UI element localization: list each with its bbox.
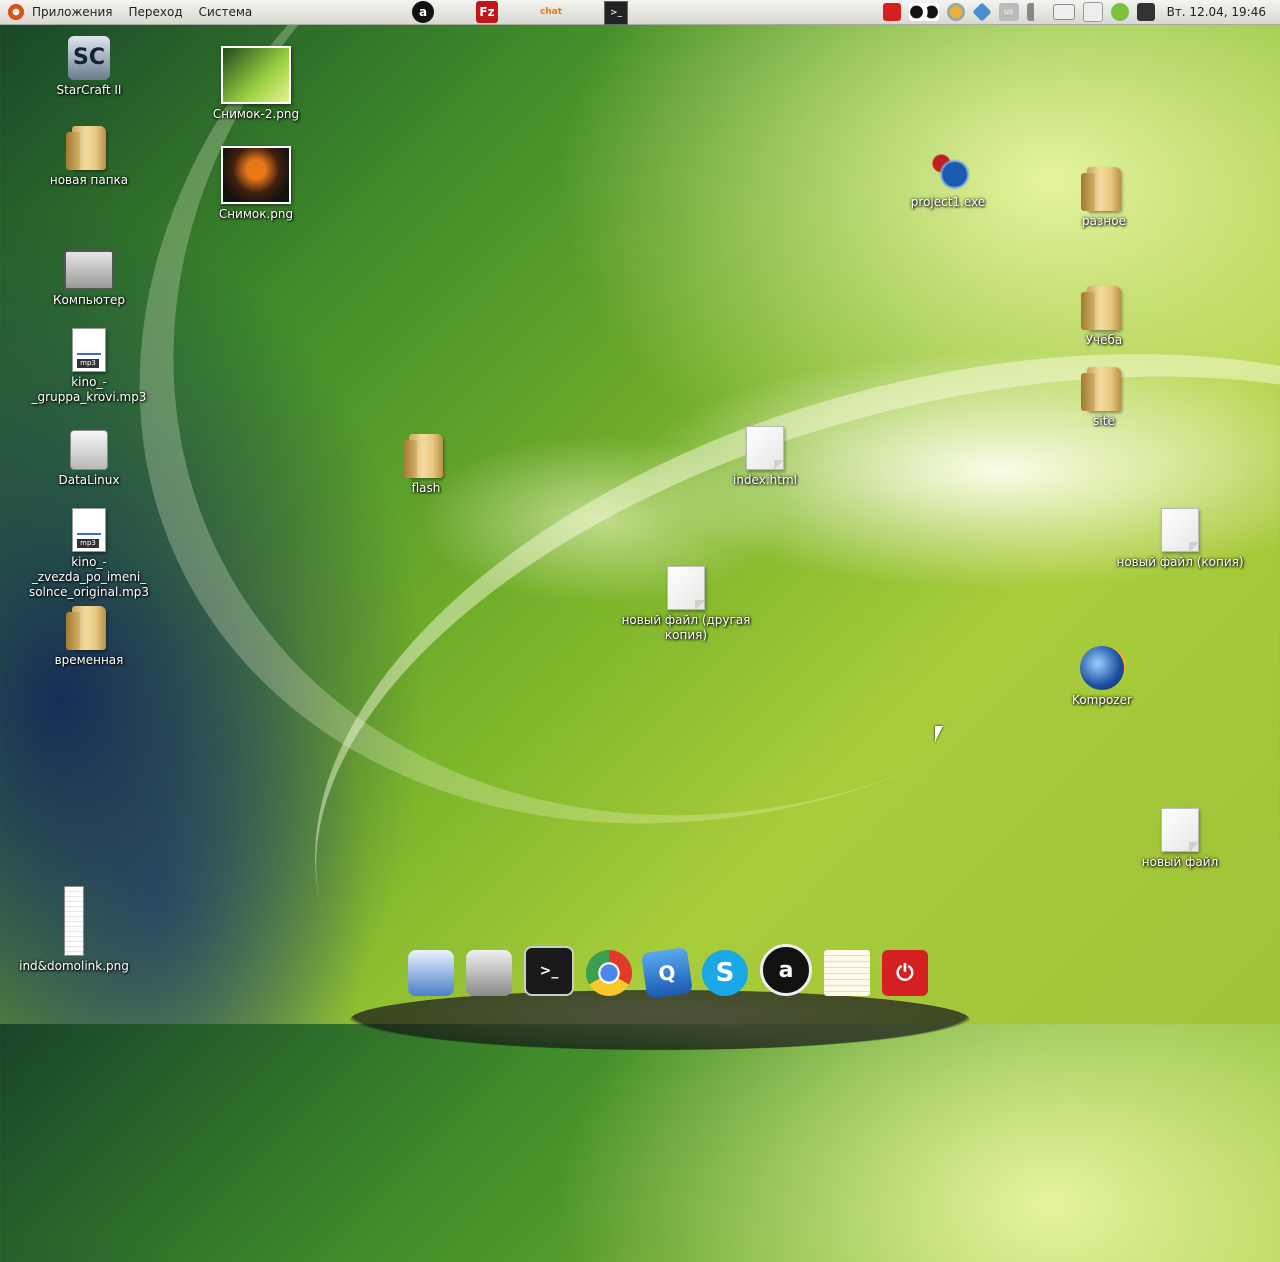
folder-icon bbox=[1081, 167, 1121, 211]
folder-icon bbox=[403, 434, 443, 478]
mail-icon[interactable] bbox=[1052, 4, 1075, 20]
desktop-icon-temp-folder[interactable]: временная bbox=[19, 606, 159, 668]
audio-file-icon: mp3 bbox=[72, 508, 106, 552]
desktop-icon-label: StarCraft II bbox=[56, 83, 122, 97]
filezilla-icon[interactable]: Fz bbox=[476, 1, 498, 23]
image-thumbnail bbox=[221, 146, 291, 204]
skype-icon[interactable]: S bbox=[702, 950, 748, 996]
menu-applications[interactable]: Приложения bbox=[24, 0, 121, 24]
desktop-icon-label: Учёба bbox=[1085, 333, 1123, 347]
desktop-icon-index-html[interactable]: index.html bbox=[695, 426, 835, 488]
files-icon[interactable] bbox=[408, 950, 454, 996]
panel-launchers: a Fz chat >_ bbox=[412, 1, 628, 25]
folder-icon bbox=[66, 126, 106, 170]
desktop-icon-kino-zvezda[interactable]: mp3 kino_-_zvezda_po_imeni_ solnce_origi… bbox=[19, 508, 159, 600]
desktop-icon-label: ind&domolink.png bbox=[19, 959, 129, 973]
starcraft-icon: SC bbox=[68, 36, 110, 80]
document-icon bbox=[667, 566, 705, 610]
desktop-icon-label: Снимок.png bbox=[218, 207, 294, 221]
wine-app-icon bbox=[926, 148, 970, 192]
drive-icon bbox=[70, 430, 108, 470]
desktop-icon-label: kino_-_gruppa_krovi.mp3 bbox=[31, 375, 147, 404]
kompozer-icon bbox=[1080, 646, 1124, 690]
folder-icon bbox=[1081, 367, 1121, 411]
folder-icon bbox=[1081, 286, 1121, 330]
desktop-icon-snimok[interactable]: Снимок.png bbox=[186, 146, 326, 222]
aimp-icon[interactable]: a bbox=[412, 1, 434, 23]
main-menu: Приложения Переход Система bbox=[24, 0, 260, 24]
desktop-icon-new-file-other-copy[interactable]: новый файл (другая копия) bbox=[616, 566, 756, 643]
terminal-icon[interactable]: >_ bbox=[524, 946, 574, 996]
desktop-icon-snimok-2[interactable]: Снимок-2.png bbox=[186, 46, 326, 122]
desktop-icon-label: временная bbox=[54, 653, 124, 667]
network-icon[interactable] bbox=[1136, 3, 1155, 21]
dock: >_ Q S a ⏻ bbox=[408, 944, 928, 999]
document-icon bbox=[746, 426, 784, 470]
desktop-icon-kompozer[interactable]: Kompozer bbox=[1032, 646, 1172, 708]
desktop-icon-site-folder[interactable]: site bbox=[1034, 367, 1174, 429]
audio-file-icon: mp3 bbox=[72, 328, 106, 372]
document-icon bbox=[1161, 508, 1199, 552]
volume-icon[interactable] bbox=[1026, 3, 1045, 21]
menu-system[interactable]: Система bbox=[191, 0, 261, 24]
desktop-icon-label: новая папка bbox=[49, 173, 129, 187]
clock[interactable]: Вт. 12.04, 19:46 bbox=[1167, 5, 1266, 19]
dropbox-icon[interactable] bbox=[972, 2, 992, 22]
desktop-icon-label: site bbox=[1093, 414, 1115, 428]
aimp-icon[interactable]: a bbox=[760, 944, 812, 996]
desktop-icon-domolink[interactable]: ind&domolink.png bbox=[4, 886, 144, 974]
document-icon bbox=[1161, 808, 1199, 852]
shutdown-icon[interactable] bbox=[882, 3, 901, 21]
desktop-icon-label: Компьютер bbox=[53, 293, 125, 307]
desktop-icon-label: Снимок-2.png bbox=[212, 107, 300, 121]
desktop-icon-flash-folder[interactable]: flash bbox=[356, 434, 496, 496]
desktop-icon-project1[interactable]: project1.exe bbox=[878, 148, 1018, 210]
computer-icon[interactable] bbox=[466, 950, 512, 996]
desktop-icon-new-file-copy[interactable]: новый файл (копия) bbox=[1110, 508, 1250, 570]
image-thumbnail bbox=[221, 46, 291, 104]
ubuntu-logo-icon[interactable] bbox=[8, 4, 24, 20]
mouse-cursor bbox=[935, 726, 943, 742]
desktop-icon-label: новый файл bbox=[1141, 855, 1219, 869]
terminal-icon[interactable]: >_ bbox=[604, 1, 628, 25]
desktop-icon-starcraft[interactable]: SC StarCraft II bbox=[19, 36, 159, 98]
top-panel: Приложения Переход Система a Fz chat >_ … bbox=[0, 0, 1280, 25]
eyes-icon[interactable] bbox=[908, 3, 939, 21]
chat-status-icon[interactable] bbox=[1110, 3, 1129, 21]
desktop-icon-kino-gruppa-krovi[interactable]: mp3 kino_-_gruppa_krovi.mp3 bbox=[19, 328, 159, 405]
system-tray: us Вт. 12.04, 19:46 bbox=[882, 2, 1266, 22]
desktop-icon-label: index.html bbox=[733, 473, 797, 487]
desktop-icon-label: новый файл (копия) bbox=[1116, 555, 1244, 569]
notes-icon[interactable] bbox=[1082, 2, 1103, 22]
desktop-icon-computer[interactable]: Компьютер bbox=[19, 250, 159, 308]
chat-icon[interactable]: chat bbox=[540, 1, 562, 23]
text-editor-icon[interactable] bbox=[824, 950, 870, 996]
dock-background bbox=[350, 990, 970, 1050]
qip-icon[interactable]: Q bbox=[641, 947, 693, 999]
desktop-icon-label: DataLinux bbox=[58, 473, 120, 487]
desktop-icon-label: Kompozer bbox=[1072, 693, 1132, 707]
keyboard-layout-indicator[interactable]: us bbox=[998, 3, 1019, 21]
shutdown-icon[interactable]: ⏻ bbox=[882, 950, 928, 996]
image-file-icon bbox=[64, 886, 84, 956]
folder-icon bbox=[66, 606, 106, 650]
weather-icon[interactable] bbox=[946, 3, 965, 21]
desktop-icon-new-folder[interactable]: новая папка bbox=[19, 126, 159, 188]
desktop-icon-label: flash bbox=[411, 481, 441, 495]
desktop-icon-datalinux[interactable]: DataLinux bbox=[19, 430, 159, 488]
desktop-icon-new-file[interactable]: новый файл bbox=[1110, 808, 1250, 870]
desktop-icon-label: новый файл (другая копия) bbox=[621, 613, 751, 642]
menu-places[interactable]: Переход bbox=[121, 0, 191, 24]
computer-icon bbox=[64, 250, 114, 290]
desktop-icon-label: kino_-_zvezda_po_imeni_ solnce_original.… bbox=[28, 555, 150, 599]
chrome-icon[interactable] bbox=[586, 950, 632, 996]
desktop-icon-label: project1.exe bbox=[910, 195, 986, 209]
desktop-icon-ucheba-folder[interactable]: Учёба bbox=[1034, 286, 1174, 348]
desktop-icon-raznoe-folder[interactable]: разное bbox=[1034, 167, 1174, 229]
desktop-icon-label: разное bbox=[1082, 214, 1126, 228]
